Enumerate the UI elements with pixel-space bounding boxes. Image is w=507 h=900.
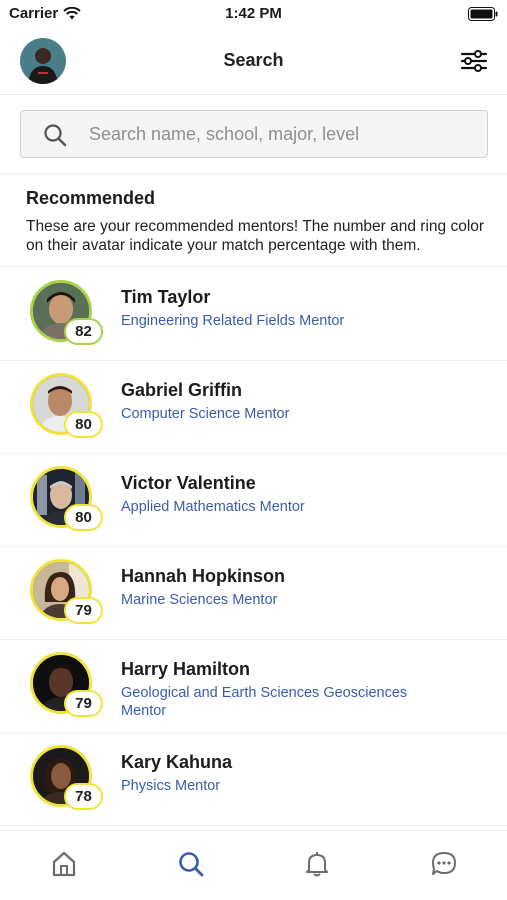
mentor-major: Physics Mentor <box>121 778 221 794</box>
mentor-row[interactable]: 80 Victor Valentine Applied Mathematics … <box>0 454 507 547</box>
home-icon <box>52 851 76 877</box>
recommended-section-header: Recommended These are your recommended m… <box>0 176 507 267</box>
match-score-badge: 79 <box>64 597 103 624</box>
mentor-name: Harry Hamilton <box>121 659 251 679</box>
mentor-name: Hannah Hopkinson <box>121 566 286 586</box>
mentor-avatar: 82 <box>30 280 104 348</box>
mentor-name: Gabriel Griffin <box>121 380 243 400</box>
bell-icon <box>306 852 328 877</box>
mentor-avatar: 80 <box>30 373 104 441</box>
mentor-major: Computer Science Mentor <box>121 406 290 422</box>
mentor-row[interactable]: 82 Tim Taylor Engineering Related Fields… <box>0 268 507 361</box>
clock: 1:42 PM <box>225 5 282 22</box>
mentor-name: Kary Kahuna <box>121 752 233 772</box>
tab-search[interactable] <box>176 849 206 879</box>
mentor-row[interactable]: 80 Gabriel Griffin Computer Science Ment… <box>0 361 507 454</box>
search-section <box>0 95 507 175</box>
match-score-badge: 78 <box>64 783 103 810</box>
mentor-avatar: 78 <box>30 745 104 813</box>
match-score-badge: 82 <box>64 318 103 345</box>
search-icon <box>179 852 204 877</box>
mentor-name: Victor Valentine <box>121 473 256 493</box>
match-score-badge: 79 <box>64 690 103 717</box>
mentor-name: Tim Taylor <box>121 287 211 307</box>
mentor-list: 82 Tim Taylor Engineering Related Fields… <box>0 268 507 826</box>
tab-messages[interactable] <box>429 849 459 879</box>
mentor-row[interactable]: 79 Harry Hamilton Geological and Earth S… <box>0 640 507 733</box>
chat-icon <box>432 852 456 875</box>
nav-bar: Search <box>0 30 507 95</box>
mentor-row[interactable]: 79 Hannah Hopkinson Marine Sciences Ment… <box>0 547 507 640</box>
battery-icon <box>468 7 498 21</box>
tab-bar <box>0 830 507 900</box>
tab-home[interactable] <box>49 849 79 879</box>
filter-sliders-icon[interactable] <box>459 46 489 76</box>
mentor-avatar: 79 <box>30 652 104 720</box>
mentor-major: Geological and Earth Sciences Geoscience… <box>121 685 408 719</box>
status-bar: Carrier 1:42 PM <box>0 0 507 30</box>
tab-notifications[interactable] <box>302 849 332 879</box>
search-input[interactable] <box>89 111 479 157</box>
section-description: These are your recommended mentors! The … <box>26 218 485 254</box>
mentor-avatar: 79 <box>30 559 104 627</box>
match-score-badge: 80 <box>64 504 103 531</box>
mentor-major: Applied Mathematics Mentor <box>121 499 305 515</box>
match-score-badge: 80 <box>64 411 103 438</box>
mentor-avatar: 80 <box>30 466 104 534</box>
mentor-major: Marine Sciences Mentor <box>121 592 278 608</box>
search-icon <box>44 124 67 147</box>
page-title: Search <box>223 50 284 70</box>
mentor-major: Engineering Related Fields Mentor <box>121 313 345 329</box>
search-bar[interactable] <box>20 110 488 158</box>
section-heading: Recommended <box>26 188 156 208</box>
mentor-row[interactable]: 78 Kary Kahuna Physics Mentor <box>0 733 507 826</box>
